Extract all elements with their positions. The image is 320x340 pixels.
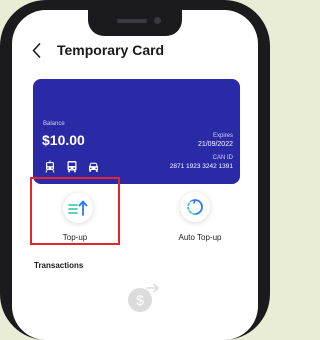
balance-value: $10.00 (42, 132, 85, 148)
top-up-button[interactable]: Top-up (30, 177, 120, 245)
top-up-label: Top-up (62, 233, 88, 242)
back-button[interactable] (28, 41, 44, 59)
transactions-title: Transactions (34, 261, 84, 270)
header: Temporary Card (12, 40, 258, 60)
top-up-icon-circle (63, 193, 93, 223)
speaker-grille (117, 19, 147, 23)
car-icon (87, 160, 100, 173)
tram-icon (43, 160, 56, 173)
expires-label: Expires (212, 133, 233, 139)
auto-top-up-icon-circle (180, 192, 210, 222)
balance-label: Balance (43, 121, 65, 127)
phone-notch (88, 10, 182, 36)
transport-modes (43, 160, 100, 173)
transit-card[interactable]: Balance $10.00 Expires 21/09/2022 CAN ID… (33, 79, 240, 184)
expires-value: 21/09/2022 (197, 141, 233, 148)
can-id-value: 2871 1923 3242 1391 (169, 163, 233, 170)
page-title: Temporary Card (57, 42, 165, 58)
bus-icon (65, 160, 78, 173)
auto-top-up-icon (187, 199, 203, 215)
svg-text:$: $ (136, 292, 144, 308)
front-camera (154, 17, 161, 24)
auto-top-up-label: Auto Top-up (178, 233, 222, 242)
top-up-icon (68, 200, 88, 216)
auto-top-up-button[interactable]: Auto Top-up (150, 177, 250, 245)
chevron-left-icon (32, 42, 40, 58)
can-id-label: CAN ID (212, 155, 233, 161)
